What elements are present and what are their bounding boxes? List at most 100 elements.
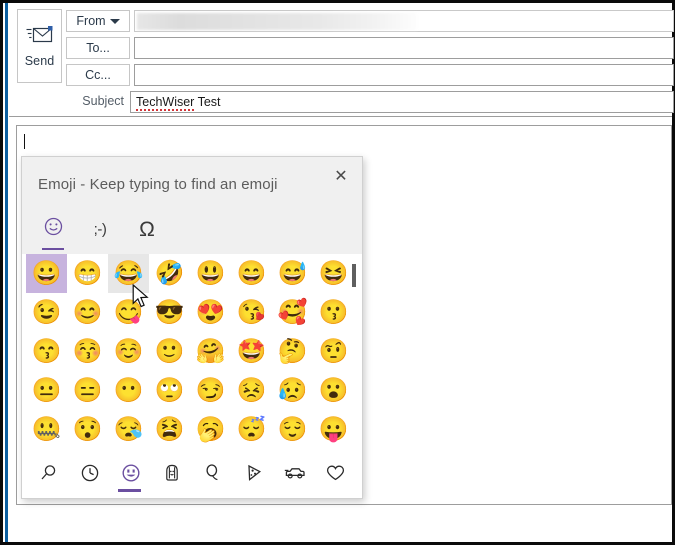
category-person-icon[interactable]: [151, 453, 192, 493]
emoji-cell[interactable]: 😎: [149, 293, 190, 332]
emoji-cell[interactable]: 🤩: [231, 332, 272, 371]
from-field[interactable]: [134, 10, 674, 32]
emoji-cell[interactable]: 😁: [67, 254, 108, 293]
emoji-grid-container: 😀 😁😂🤣😃😄😅😆 😉😊😋😎😍😘🥰😗 😙😚☺️🙂 🤗 🤩 🤔 🤨 😐 😑 😶🙄😏 😣 😥😮 🤐 😯 😪 😫 🥱😴😌…: [22, 254, 362, 448]
emoji-cell[interactable]: 😗: [313, 293, 354, 332]
cc-button-label: Cc...: [85, 68, 111, 82]
emoji-grid-scrollbar[interactable]: [350, 254, 359, 448]
hushed-face-glyph: 😯: [73, 418, 103, 442]
hugging-face-glyph: 🤗: [196, 340, 226, 364]
persevering-face-glyph: 😣: [237, 379, 267, 403]
category-smiley-icon[interactable]: [110, 453, 151, 493]
emoji-cell[interactable]: 😌: [272, 410, 313, 448]
emoji-cell[interactable]: 😣: [231, 371, 272, 410]
cc-button[interactable]: Cc...: [66, 64, 130, 86]
emoji-cell[interactable]: 😮: [313, 371, 354, 410]
send-button-label: Send: [25, 54, 55, 68]
neutral-face-glyph: 😐: [32, 379, 62, 403]
emoji-cell[interactable]: 😚: [67, 332, 108, 371]
yawning-face-glyph: 🥱: [196, 418, 226, 442]
emoji-cell[interactable]: 😅: [272, 254, 313, 293]
tired-face-glyph: 😫: [155, 418, 185, 442]
thinking-face-glyph: 🤔: [278, 340, 308, 364]
emoji-cell[interactable]: 🤨: [313, 332, 354, 371]
subject-value-suffix: Test: [194, 95, 220, 109]
sad-but-relieved-face-glyph: 😥: [278, 379, 308, 403]
emoji-cell[interactable]: 😋: [108, 293, 149, 332]
chevron-down-icon: [110, 19, 120, 24]
emoji-cell[interactable]: 😙: [26, 332, 67, 371]
emoji-cell[interactable]: 😘: [231, 293, 272, 332]
emoji-category-nav: [22, 448, 362, 497]
emoji-cell[interactable]: 😪: [108, 410, 149, 448]
from-button-label: From: [76, 14, 105, 28]
emoji-cell[interactable]: 🥰: [272, 293, 313, 332]
emoji-cell[interactable]: 😃: [190, 254, 231, 293]
emoji-cell[interactable]: 😥: [272, 371, 313, 410]
face-savoring-food-glyph: 😋: [114, 301, 144, 325]
star-struck-glyph: 🤩: [237, 340, 267, 364]
scrollbar-thumb[interactable]: [352, 264, 356, 287]
tab-emoji[interactable]: [36, 212, 70, 246]
subject-field[interactable]: TechWiser Test: [130, 91, 674, 113]
emoji-picker-header: Emoji - Keep typing to find an emoji ✕: [22, 157, 362, 254]
close-icon[interactable]: ✕: [328, 163, 354, 189]
emoji-cell[interactable]: 🥱: [190, 410, 231, 448]
grinning-face-glyph: 😀: [32, 262, 62, 286]
category-car-icon[interactable]: [274, 453, 315, 493]
emoji-cell[interactable]: ☺️: [108, 332, 149, 371]
emoji-cell[interactable]: 😆: [313, 254, 354, 293]
emoji-cell[interactable]: 😑: [67, 371, 108, 410]
emoji-cell[interactable]: 🤣: [149, 254, 190, 293]
emoji-cell[interactable]: 🤐: [26, 410, 67, 448]
emoji-cell[interactable]: 😶: [108, 371, 149, 410]
to-field[interactable]: [134, 37, 674, 59]
compose-header: Send From To... Cc... Subject: [9, 3, 672, 117]
cc-field[interactable]: [134, 64, 674, 86]
emoji-cell[interactable]: 😀: [26, 254, 67, 293]
emoji-cell[interactable]: 😊: [67, 293, 108, 332]
emoji-cell[interactable]: 😉: [26, 293, 67, 332]
beaming-face-with-smiling-eyes-glyph: 😁: [73, 262, 103, 286]
omega-icon: Ω: [139, 219, 155, 240]
category-heart-icon[interactable]: [315, 453, 356, 493]
emoji-grid: 😀 😁😂🤣😃😄😅😆 😉😊😋😎😍😘🥰😗 😙😚☺️🙂 🤗 🤩 🤔 🤨 😐 😑 😶🙄😏 😣 😥😮 🤐 😯 😪 😫 🥱😴😌…: [26, 254, 354, 448]
send-button[interactable]: Send: [17, 9, 62, 83]
emoji-cell[interactable]: 🙂: [149, 332, 190, 371]
category-pizza-icon[interactable]: [233, 453, 274, 493]
emoji-cell[interactable]: 😯: [67, 410, 108, 448]
category-clock-icon[interactable]: [69, 453, 110, 493]
to-button[interactable]: To...: [66, 37, 130, 59]
sleepy-face-glyph: 😪: [114, 418, 144, 442]
emoji-cell[interactable]: 😂: [108, 254, 149, 293]
category-search-icon[interactable]: [28, 453, 69, 493]
expressionless-face-glyph: 😑: [73, 379, 103, 403]
subject-field-value: TechWiser Test: [136, 95, 221, 109]
emoji-cell[interactable]: 😐: [26, 371, 67, 410]
subject-label: Subject: [66, 94, 124, 108]
emoji-cell[interactable]: 🤗: [190, 332, 231, 371]
emoji-cell[interactable]: 😄: [231, 254, 272, 293]
emoji-cell[interactable]: 😏: [190, 371, 231, 410]
emoji-cell[interactable]: 😫: [149, 410, 190, 448]
face-without-mouth-glyph: 😶: [114, 379, 144, 403]
tab-symbols[interactable]: Ω: [130, 212, 164, 246]
emoji-cell[interactable]: 🤔: [272, 332, 313, 371]
smirking-face-glyph: 😏: [196, 379, 226, 403]
tab-kaomoji[interactable]: ;-): [83, 212, 117, 246]
face-with-raised-eyebrow-glyph: 🤨: [319, 340, 349, 364]
emoji-cell[interactable]: 😴: [231, 410, 272, 448]
from-redacted-address: [137, 13, 417, 30]
smiley-outline-icon: [44, 217, 63, 241]
grinning-face-with-smiling-eyes-glyph: 😄: [237, 262, 267, 286]
category-balloon-icon[interactable]: [192, 453, 233, 493]
rolling-on-the-floor-laughing-glyph: 🤣: [155, 262, 185, 286]
emoji-cell[interactable]: 🙄: [149, 371, 190, 410]
slightly-smiling-face-glyph: 🙂: [155, 340, 185, 364]
envelope-icon: [26, 25, 54, 45]
zipper-mouth-face-glyph: 🤐: [32, 418, 62, 442]
from-button[interactable]: From: [66, 10, 130, 32]
emoji-cell[interactable]: 😍: [190, 293, 231, 332]
emoji-cell[interactable]: 😛: [313, 410, 354, 448]
kissing-face-with-closed-eyes-glyph: 😚: [73, 340, 103, 364]
